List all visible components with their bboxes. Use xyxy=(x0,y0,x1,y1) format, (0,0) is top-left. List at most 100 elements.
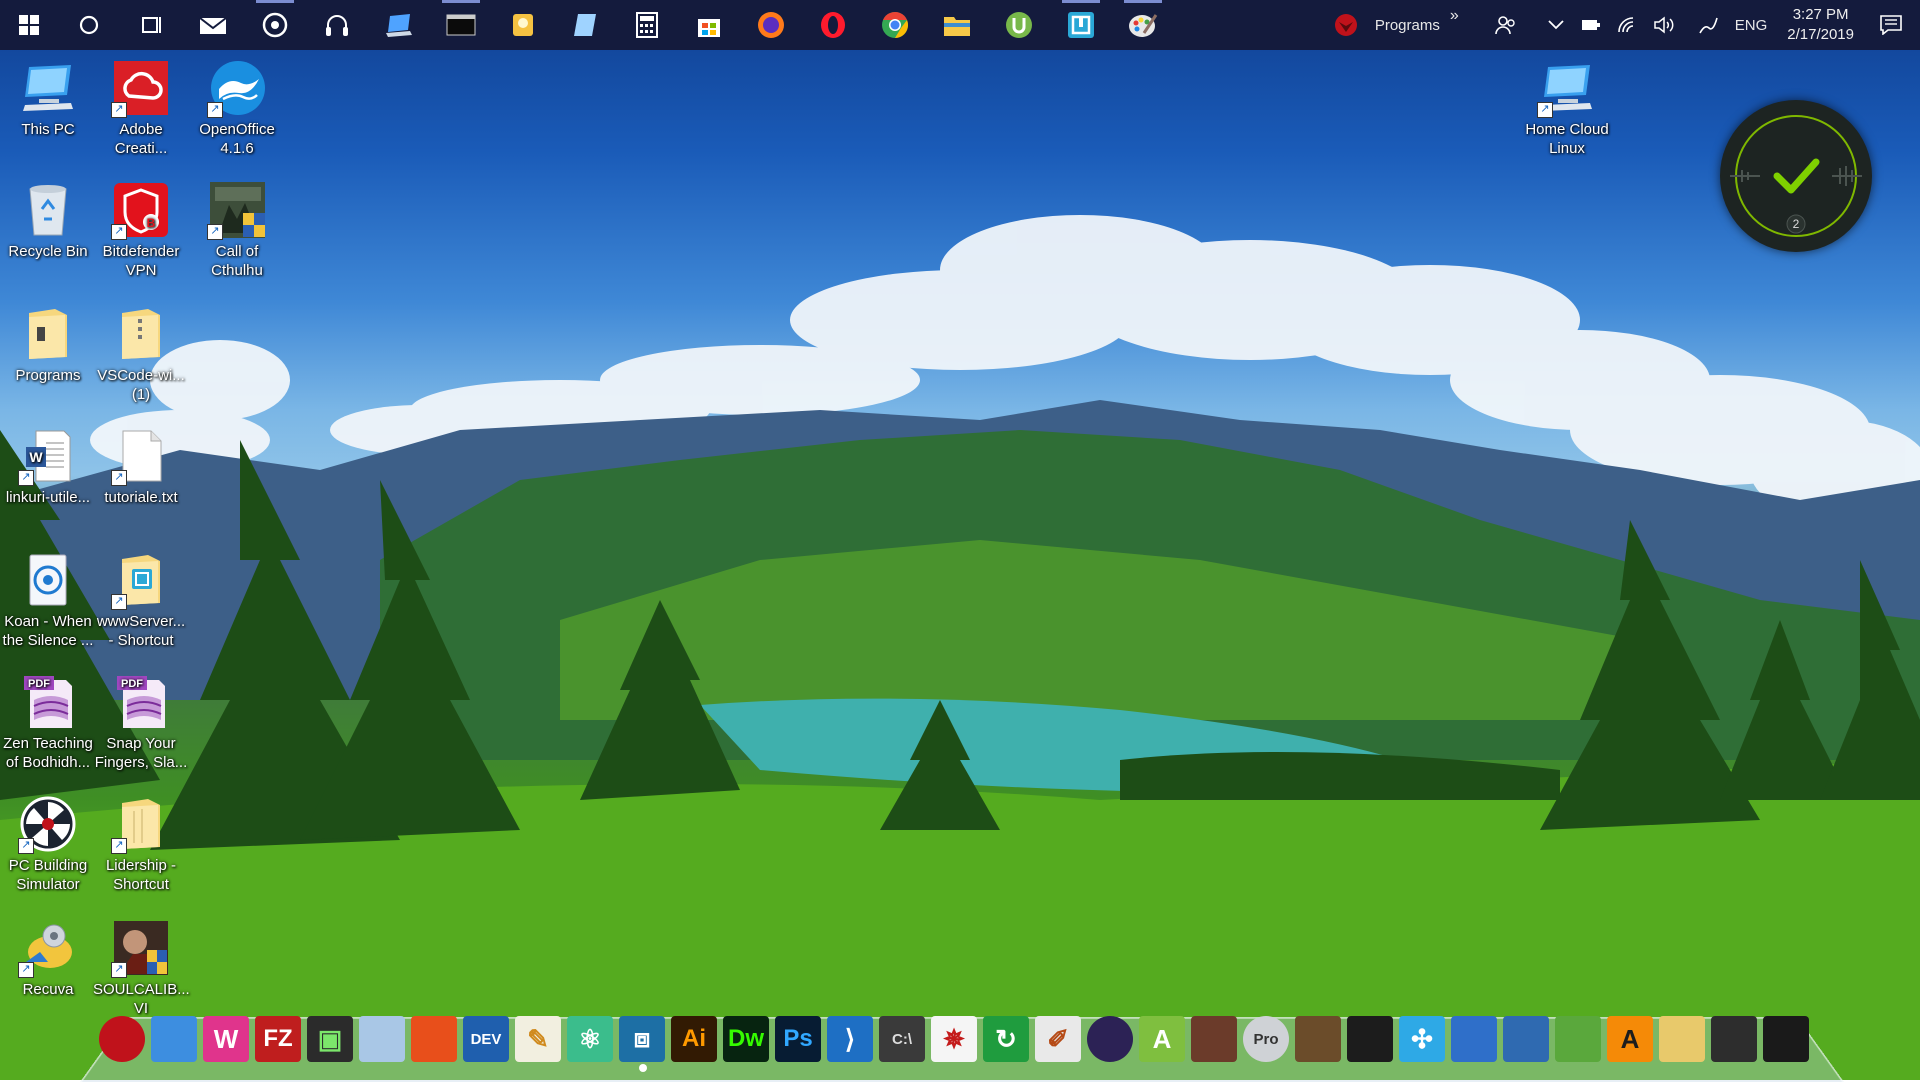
laptop-button[interactable] xyxy=(368,0,430,50)
zip-folder-dock-dock-item[interactable] xyxy=(1656,1013,1708,1065)
game-dock-item[interactable] xyxy=(1188,1013,1240,1065)
battery-button[interactable] xyxy=(1573,0,1609,50)
show-hidden-icons-button[interactable] xyxy=(1525,0,1573,50)
paint-button[interactable] xyxy=(1112,0,1174,50)
pen-workspace-button[interactable] xyxy=(1683,0,1727,50)
xbox-icon xyxy=(1763,1016,1809,1062)
toolbar-expand-chevron[interactable]: » xyxy=(1450,7,1459,25)
console-glyph: ▣ xyxy=(317,1023,343,1054)
tips-button[interactable] xyxy=(492,0,554,50)
desktop-icon-vscode-zip[interactable]: VSCode-wi... (1) xyxy=(93,300,189,404)
desktop-icon-pc-building-simulator[interactable]: ↗ PC Building Simulator xyxy=(0,790,96,894)
input-language-button[interactable]: ENG xyxy=(1727,0,1776,50)
programs-toolbar[interactable]: Programs » xyxy=(1367,0,1461,50)
office-dock-item[interactable] xyxy=(408,1013,460,1065)
calibre-books-icon xyxy=(1295,1016,1341,1062)
desktop-icon-adobe-creative-cloud[interactable]: ↗ Adobe Creati... xyxy=(93,54,189,158)
avast-dock-item[interactable]: A xyxy=(1604,1013,1656,1065)
desktop-icon-snap-your-fingers[interactable]: PDF Snap Your Fingers, Sla... xyxy=(93,668,189,772)
desktop-icon-programs[interactable]: Programs xyxy=(0,300,96,385)
bracket-dock-dock-item[interactable]: ⧈ xyxy=(616,1013,668,1065)
status-gauge-widget[interactable]: 2 xyxy=(1720,100,1872,252)
dreamweaver-dock-item[interactable]: Dw xyxy=(720,1013,772,1065)
desktop-icon-label: This PC xyxy=(21,121,75,138)
desktop-icon-this-pc[interactable]: This PC xyxy=(0,54,96,139)
photoshop-dock-item[interactable]: Ps xyxy=(772,1013,824,1065)
wamp-dock-item[interactable]: W xyxy=(200,1013,252,1065)
kindle-reader-dock-item[interactable] xyxy=(1344,1013,1396,1065)
store-button[interactable] xyxy=(678,0,740,50)
illustrator-dock-item[interactable]: Ai xyxy=(668,1013,720,1065)
clock[interactable]: 3:27 PM 2/17/2019 xyxy=(1775,5,1866,45)
android-studio-glyph: A xyxy=(1152,1023,1172,1054)
vscode-dock-item[interactable]: ⟩ xyxy=(824,1013,876,1065)
desktop-icon-koan[interactable]: Koan - When the Silence ... xyxy=(0,546,96,650)
notes-icon xyxy=(574,14,596,36)
map-document-dock-item[interactable] xyxy=(1552,1013,1604,1065)
headphones-button[interactable] xyxy=(306,0,368,50)
utorrent-button[interactable] xyxy=(988,0,1050,50)
shortcut-arrow-icon: ↗ xyxy=(111,962,127,978)
pro-disk-dock-item[interactable]: Pro xyxy=(1240,1013,1292,1065)
eclipse-dock-item[interactable] xyxy=(1084,1013,1136,1065)
desktop-icon-home-cloud-linux[interactable]: ↗ Home Cloud Linux xyxy=(1519,54,1615,158)
call-of-cthulhu-icon: ↗ xyxy=(207,182,265,240)
cmd-dock-item[interactable]: C:\ xyxy=(876,1013,928,1065)
desktop-icon-soulcalibur[interactable]: ↗ SOULCALIB... VI xyxy=(93,914,190,1018)
cube-dock-item[interactable] xyxy=(356,1013,408,1065)
task-view-button[interactable] xyxy=(120,0,182,50)
filezilla-dock-item[interactable]: FZ xyxy=(252,1013,304,1065)
volume-button[interactable] xyxy=(1645,0,1683,50)
tips-bulb-icon xyxy=(513,14,533,36)
desktop-icon-zen-teaching[interactable]: PDF Zen Teaching of Bodhidh... xyxy=(0,668,96,772)
desktop-icon-recycle-bin[interactable]: Recycle Bin xyxy=(0,176,96,261)
action-center-button[interactable] xyxy=(1866,0,1920,50)
sticky-notes-button[interactable] xyxy=(554,0,616,50)
terminal-icon xyxy=(446,14,476,36)
paint-brushes-dock-item[interactable]: ✐ xyxy=(1032,1013,1084,1065)
desktop-icon-bitdefender-vpn[interactable]: B ↗ Bitdefender VPN xyxy=(93,176,189,280)
programs-toolbar-icon[interactable] xyxy=(1325,0,1367,50)
console-dock-item[interactable]: ▣ xyxy=(304,1013,356,1065)
spider-web-dock-item[interactable]: ✵ xyxy=(928,1013,980,1065)
dreamweaver-glyph: Dw xyxy=(728,1025,764,1052)
zip-folder-icon xyxy=(113,306,169,362)
desktop-icon-recuva[interactable]: ↗ Recuva xyxy=(0,914,96,999)
network-button[interactable] xyxy=(1609,0,1645,50)
desktop-icon-call-of-cthulhu[interactable]: ↗ Call of Cthulhu xyxy=(189,176,285,280)
laptop-dock-dock-item[interactable] xyxy=(148,1013,200,1065)
pencil-dock-item[interactable]: ✎ xyxy=(512,1013,564,1065)
calibre-books-dock-item[interactable] xyxy=(1292,1013,1344,1065)
file-explorer-button[interactable] xyxy=(926,0,988,50)
pdf-icon: PDF xyxy=(20,674,76,730)
people-button[interactable] xyxy=(1461,0,1525,50)
chrome-button[interactable] xyxy=(864,0,926,50)
groove-music-button[interactable] xyxy=(244,0,306,50)
desktop-icon-wwwserver[interactable]: ↗ wwwServer... - Shortcut xyxy=(93,546,189,650)
refresh-dock-item[interactable]: ↻ xyxy=(980,1013,1032,1065)
desktop-icon-linkuri-utile[interactable]: W ↗ linkuri-utile... xyxy=(0,422,96,507)
dev-cpp-dock-item[interactable]: DEV xyxy=(460,1013,512,1065)
opera-button[interactable] xyxy=(802,0,864,50)
fan-dock-item[interactable]: ✣ xyxy=(1396,1013,1448,1065)
desktop-icon-tutoriale[interactable]: ↗ tutoriale.txt xyxy=(93,422,189,507)
witcher-dock-item[interactable] xyxy=(1708,1013,1760,1065)
terminal-button[interactable] xyxy=(430,0,492,50)
calculator-button[interactable] xyxy=(616,0,678,50)
atom-dock-item[interactable]: ⚛ xyxy=(564,1013,616,1065)
adobe-creative-cloud-icon: ↗ xyxy=(111,60,169,118)
start-button[interactable] xyxy=(0,0,58,50)
firefox-button[interactable] xyxy=(740,0,802,50)
desktop-wallpaper xyxy=(0,0,1920,1080)
desktop-icon-openoffice[interactable]: ↗ OpenOffice 4.1.6 xyxy=(189,54,285,158)
book-dock-item[interactable] xyxy=(1448,1013,1500,1065)
bitdefender-vpn-icon: B ↗ xyxy=(111,182,169,240)
mail-button[interactable] xyxy=(182,0,244,50)
red-sphere-app-dock-item[interactable] xyxy=(96,1013,148,1065)
desktop-icon-lidership[interactable]: ↗ Lidership - Shortcut xyxy=(93,790,189,894)
cortana-search-button[interactable] xyxy=(58,0,120,50)
android-studio-dock-item[interactable]: A xyxy=(1136,1013,1188,1065)
bracket-app-button[interactable] xyxy=(1050,0,1112,50)
xbox-dock-item[interactable] xyxy=(1760,1013,1812,1065)
globe-monitor-dock-item[interactable] xyxy=(1500,1013,1552,1065)
